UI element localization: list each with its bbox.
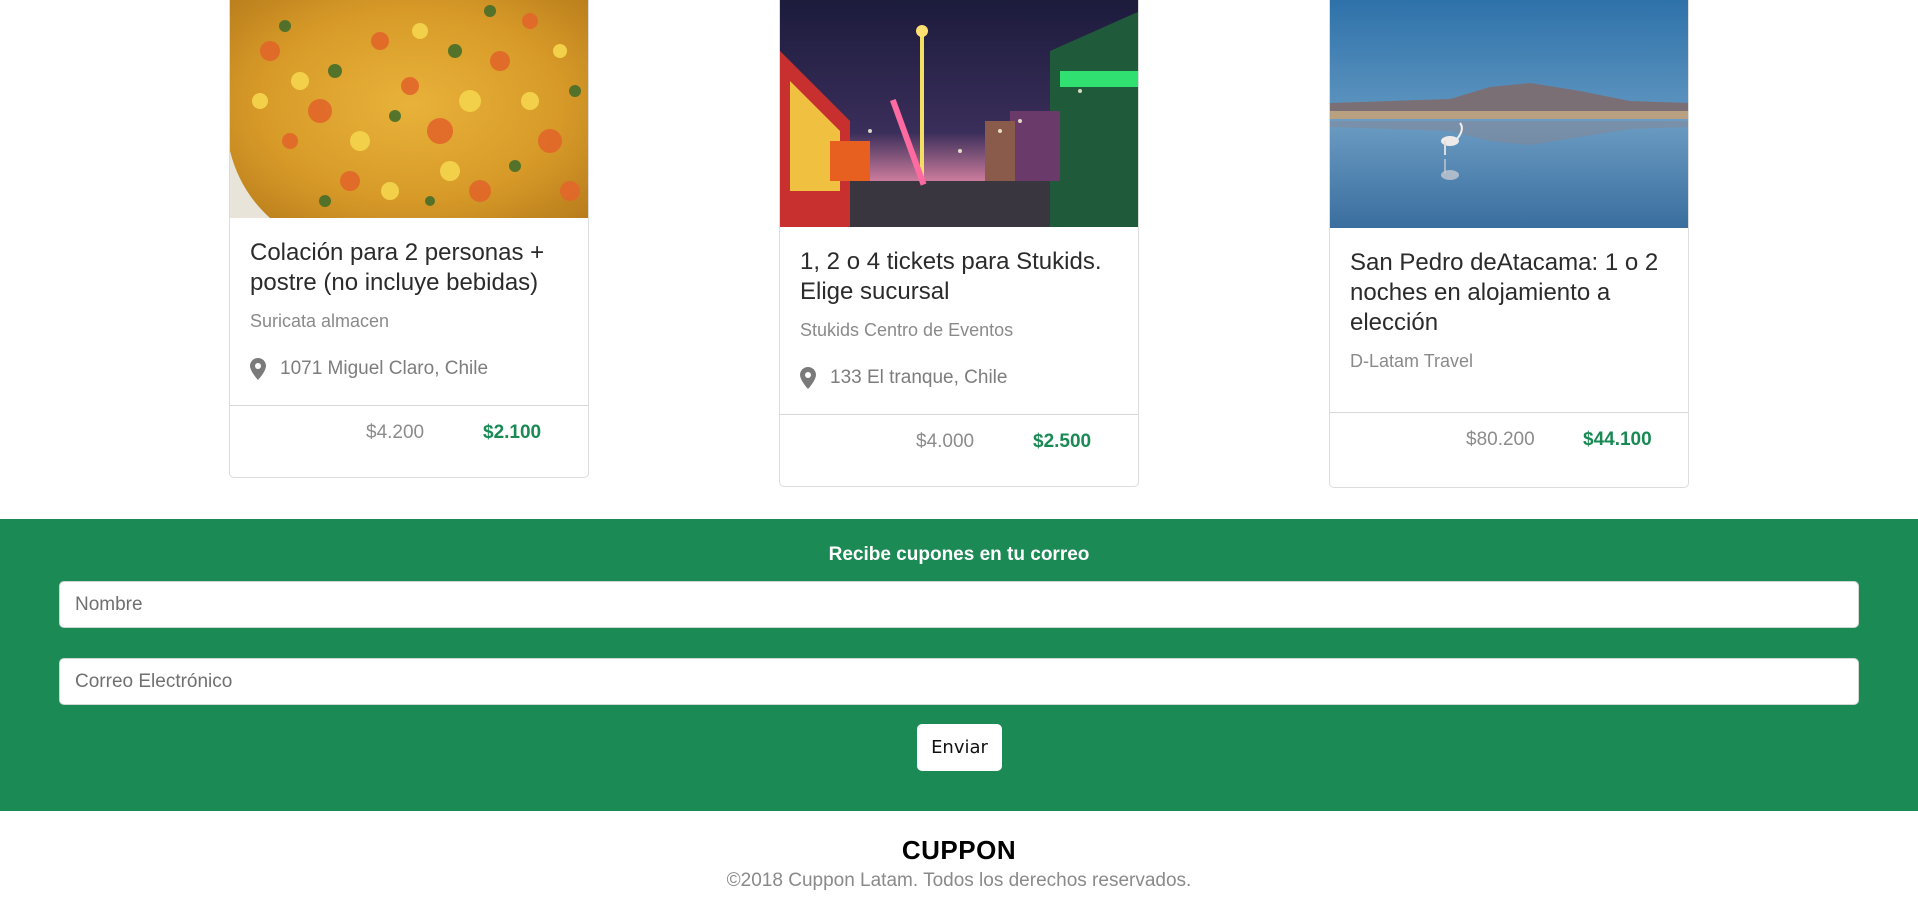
deal-merchant: Suricata almacen — [250, 311, 390, 331]
deal-location: 133 El tranque, Chile — [800, 367, 1118, 389]
deal-card[interactable]: San Pedro deAtacama: 1 o 2 noches en alo… — [1329, 0, 1689, 488]
map-pin-icon — [800, 367, 816, 389]
deal-image[interactable] — [230, 0, 588, 218]
email-field[interactable] — [59, 658, 1859, 705]
footer: CUPPON ©2018 Cuppon Latam. Todos los der… — [0, 811, 1918, 899]
newsletter-section: Recibe cupones en tu correo Enviar — [0, 519, 1918, 811]
deals-grid: Colación para 2 personas + postre (no in… — [0, 0, 1918, 519]
deal-title[interactable]: San Pedro deAtacama: 1 o 2 noches en alo… — [1350, 248, 1668, 338]
deal-location: 1071 Miguel Claro, Chile — [250, 358, 568, 380]
deal-title[interactable]: Colación para 2 personas + postre (no in… — [250, 238, 568, 298]
deal-merchant: Stukids Centro de Eventos — [800, 320, 1014, 340]
discount-price: $2.500 — [1033, 431, 1092, 452]
deal-prices: $80.200 $44.100 — [1330, 413, 1688, 483]
footer-brand: CUPPON — [901, 835, 1017, 865]
submit-button[interactable]: Enviar — [917, 724, 1002, 771]
deal-card[interactable]: 1, 2 o 4 tickets para Stukids. Elige suc… — [779, 0, 1139, 487]
deal-location-text: 1071 Miguel Claro, Chile — [280, 358, 489, 379]
old-price: $4.000 — [916, 431, 975, 452]
newsletter-heading: Recibe cupones en tu correo — [828, 544, 1090, 565]
deal-image[interactable] — [1330, 0, 1688, 228]
old-price: $4.200 — [366, 422, 425, 443]
deal-prices: $4.000 $2.500 — [780, 415, 1138, 485]
deal-prices: $4.200 $2.100 — [230, 406, 588, 476]
deal-image[interactable] — [780, 0, 1138, 227]
old-price: $80.200 — [1466, 429, 1535, 450]
map-pin-icon — [250, 358, 266, 380]
deal-merchant: D-Latam Travel — [1350, 351, 1474, 371]
deal-title[interactable]: 1, 2 o 4 tickets para Stukids. Elige suc… — [800, 247, 1118, 307]
deal-card[interactable]: Colación para 2 personas + postre (no in… — [229, 0, 589, 478]
footer-copyright: ©2018 Cuppon Latam. Todos los derechos r… — [726, 870, 1192, 891]
discount-price: $2.100 — [483, 422, 542, 443]
discount-price: $44.100 — [1583, 429, 1652, 450]
name-field[interactable] — [59, 581, 1859, 628]
deal-location-text: 133 El tranque, Chile — [830, 367, 1008, 388]
